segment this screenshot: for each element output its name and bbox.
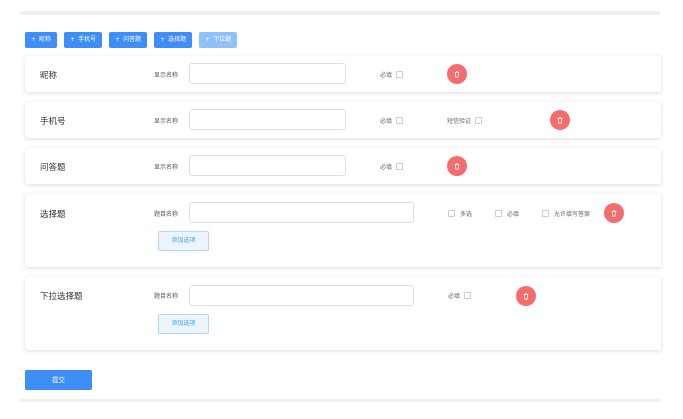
delete-field-button[interactable] [550, 110, 570, 130]
delete-field-button[interactable] [447, 64, 467, 84]
field-card-qa: 问答题 显示名称 必填 [25, 148, 661, 184]
trash-icon [523, 293, 529, 300]
submit-button[interactable]: 提交 [25, 370, 92, 390]
plus-icon: + [31, 36, 37, 43]
question-name-label: 题目名称 [154, 293, 179, 300]
add-qa-button[interactable]: + 问答题 [109, 32, 148, 48]
field-title: 手机号 [40, 117, 66, 127]
checkbox-box[interactable] [396, 71, 404, 78]
plus-icon: + [205, 36, 211, 43]
field-card-nickname: 昵称 显示名称 必填 [25, 56, 661, 92]
delete-field-button[interactable] [604, 203, 624, 223]
checkbox-box[interactable] [475, 117, 483, 124]
required-checkbox[interactable]: 必填 [380, 70, 404, 79]
field-card-dropdown: 下拉选择题 题目名称 必填 添加选项 [25, 277, 661, 350]
trash-icon [454, 71, 460, 78]
delete-field-button[interactable] [447, 156, 467, 176]
allow-answer-checkbox[interactable]: 允许填写答案 [542, 209, 590, 218]
sms-verify-checkbox[interactable]: 短信验证 [447, 116, 483, 125]
plus-icon: + [70, 36, 76, 43]
field-title: 昵称 [40, 71, 58, 81]
question-name-input[interactable] [189, 285, 414, 306]
checkbox-box[interactable] [495, 210, 502, 217]
required-checkbox[interactable]: 必填 [448, 291, 472, 300]
field-card-choice: 选择题 题目名称 多选 必填 允许填写答案 添加选项 [25, 194, 661, 267]
bottom-divider [20, 399, 660, 402]
display-name-label: 显示名称 [154, 164, 179, 171]
top-divider [20, 11, 660, 15]
field-card-phone: 手机号 显示名称 必填 短信验证 [25, 102, 661, 138]
add-option-button[interactable]: 添加选项 [158, 231, 209, 251]
checkbox-box[interactable] [542, 210, 549, 217]
field-title: 下拉选择题 [40, 292, 83, 302]
field-title: 选择题 [40, 210, 66, 220]
add-dropdown-button[interactable]: + 下拉题 [199, 32, 238, 48]
checkbox-box[interactable] [448, 210, 455, 217]
required-checkbox[interactable]: 必填 [495, 209, 519, 218]
plus-icon: + [115, 36, 121, 43]
display-name-input[interactable] [189, 63, 346, 84]
display-name-label: 显示名称 [154, 72, 179, 79]
question-name-input[interactable] [189, 202, 414, 223]
display-name-label: 显示名称 [154, 118, 179, 125]
trash-icon [454, 163, 460, 170]
required-checkbox[interactable]: 必填 [380, 162, 404, 171]
checkbox-box[interactable] [396, 163, 404, 170]
add-phone-button[interactable]: + 手机号 [64, 32, 103, 48]
trash-icon [557, 117, 563, 124]
question-name-label: 题目名称 [154, 211, 179, 218]
delete-field-button[interactable] [516, 286, 536, 306]
add-option-button[interactable]: 添加选项 [158, 314, 209, 334]
add-field-toolbar: + 昵称 + 手机号 + 问答题 + 选择题 + 下拉题 [25, 32, 238, 48]
display-name-input[interactable] [189, 155, 346, 176]
multi-select-checkbox[interactable]: 多选 [448, 209, 472, 218]
plus-icon: + [160, 36, 166, 43]
required-checkbox[interactable]: 必填 [380, 116, 404, 125]
checkbox-box[interactable] [464, 292, 472, 299]
add-nickname-button[interactable]: + 昵称 [25, 32, 58, 48]
trash-icon [611, 210, 617, 217]
display-name-input[interactable] [189, 109, 346, 130]
checkbox-box[interactable] [396, 117, 404, 124]
add-choice-button[interactable]: + 选择题 [154, 32, 193, 48]
field-title: 问答题 [40, 163, 66, 173]
